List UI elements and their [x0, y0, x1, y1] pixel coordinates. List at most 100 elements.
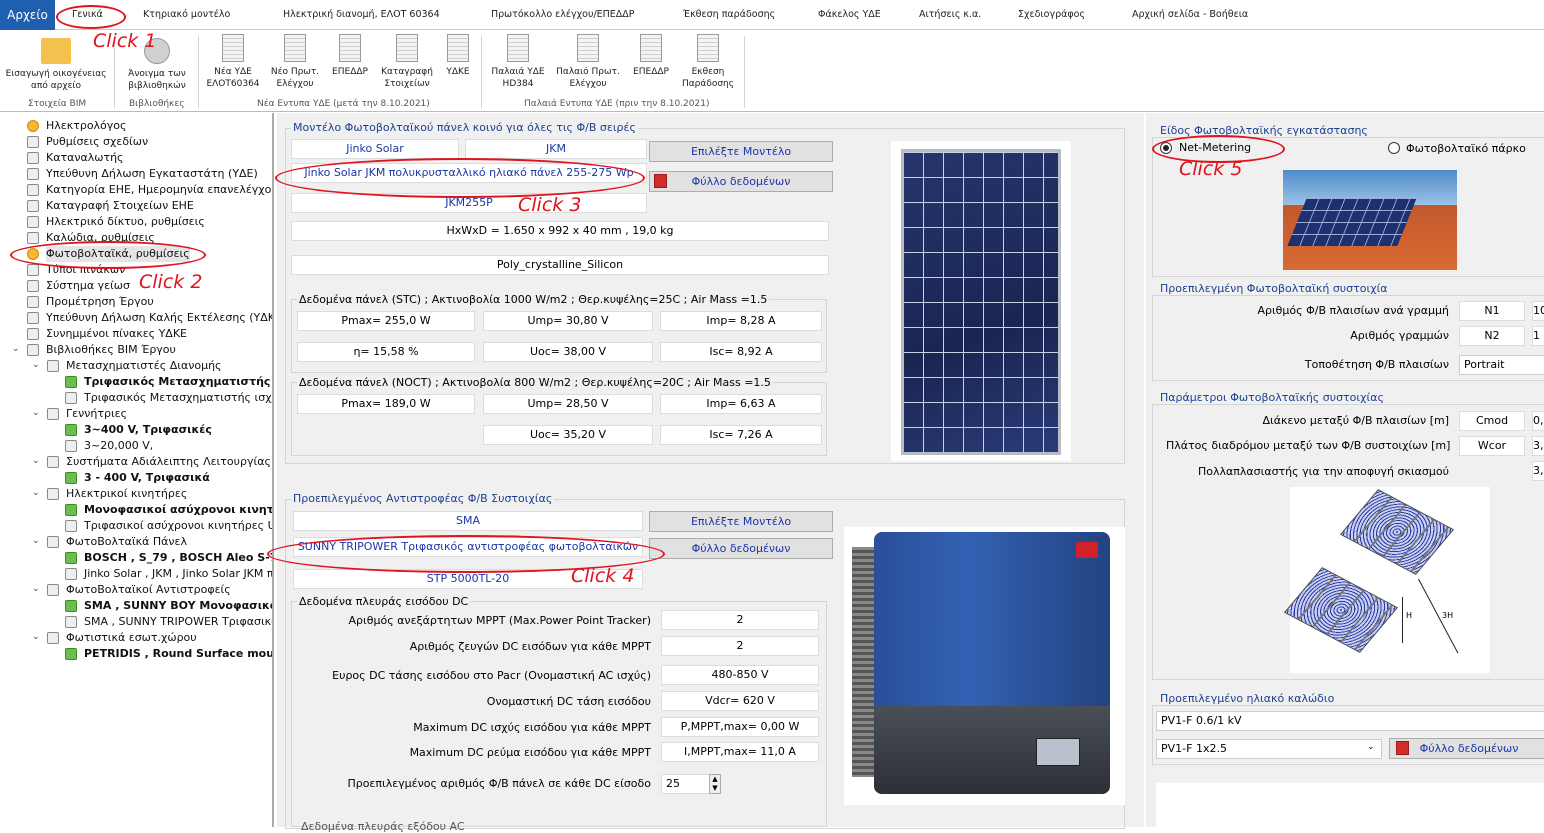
tree-item[interactable]: Τριφασικός Μετασχηματιστής ισχύ — [84, 374, 272, 390]
tree-item[interactable]: Γεννήτριες — [66, 406, 127, 422]
tree-expander-icon[interactable]: ⌄ — [32, 584, 40, 594]
tree-item[interactable]: Συστήματα Αδιάλειπτης Λειτουργίας (UP — [66, 454, 272, 470]
tab-building-model[interactable]: Κτηριακό μοντέλο — [143, 0, 230, 30]
distance-label: 3H — [1442, 611, 1454, 620]
tab-delivery-report[interactable]: Έκθεση παράδοσης — [683, 0, 775, 30]
tree-item[interactable]: Βιβλιοθήκες BIM Έργου — [46, 342, 176, 358]
tree-node-icon — [27, 312, 39, 324]
default-panels-stepper[interactable]: ▲ ▼ — [709, 774, 721, 794]
tree-item[interactable]: 3~400 V, Τριφασικές — [84, 422, 212, 438]
group-bim-elements: Στοιχεία BIM — [28, 99, 87, 109]
tab-applications[interactable]: Αιτήσεις κ.α. — [919, 0, 981, 30]
tab-drawing[interactable]: Σχεδιογράφος — [1018, 0, 1085, 30]
tree-expander-icon[interactable]: ⌄ — [32, 456, 40, 466]
tree-expander-icon[interactable]: ⌄ — [32, 488, 40, 498]
record-elements-button[interactable]: Καταγραφή Στοιχείων — [376, 34, 438, 90]
default-panels-input[interactable]: 25 — [661, 774, 711, 794]
placement-select[interactable]: Portrait — [1459, 355, 1544, 375]
modules-per-row-input[interactable]: 10 — [1532, 301, 1544, 321]
tree-expander-icon[interactable]: ⌄ — [32, 536, 40, 546]
shading-multiplier-label: Πολλαπλασιαστής για την αποφυγή σκιασμού — [1197, 465, 1449, 478]
tree-expander-icon[interactable]: ⌄ — [32, 408, 40, 418]
tree-node-icon — [27, 216, 39, 228]
tree-item[interactable]: Τριφασικός Μετασχηματιστής ισχύο — [84, 390, 272, 406]
tree-item[interactable]: PETRIDIS , Round Surface mounted , — [84, 646, 272, 662]
tree-item[interactable]: Υπεύθυνη Δήλωση Εγκαταστάτη (ΥΔΕ) — [46, 166, 258, 182]
tree-item[interactable]: Καταγραφή Στοιχείων ΕΗΕ — [46, 198, 194, 214]
tab-yde-folder[interactable]: Φάκελος ΥΔΕ — [818, 0, 881, 30]
tree-item[interactable]: SMA , SUNNY BOY Μονοφασικός αν — [84, 598, 272, 614]
tree-item[interactable]: Προμέτρηση Έργου — [46, 294, 154, 310]
tab-home-help[interactable]: Αρχική σελίδα - Βοήθεια — [1132, 0, 1248, 30]
inverter-select-model-button[interactable]: Επιλέξτε Μοντέλο — [649, 511, 833, 532]
epeddr-old-button[interactable]: ΕΠΕΔΔΡ — [627, 34, 675, 78]
cable-type-select[interactable]: PV1-F 0.6/1 kV — [1156, 711, 1544, 731]
tree-node-icon — [47, 584, 59, 596]
tree-item[interactable]: BOSCH , S_79 , BOSCH Aleo S-79 Φ/Β — [84, 550, 272, 566]
panel-datasheet-button[interactable]: Φύλλο δεδομένων — [649, 171, 833, 192]
tree-item[interactable]: Κατηγορία ΕΗΕ, Ημερομηνία επανελέγχου — [46, 182, 272, 198]
tree-item[interactable]: 3 - 400 V, Τριφασικά — [84, 470, 210, 486]
menu-bar: Αρχείο Γενικά Κτηριακό μοντέλο Ηλεκτρική… — [0, 0, 1544, 30]
pv-panel-graphic — [901, 149, 1061, 455]
epeddr-old-label: ΕΠΕΔΔΡ — [633, 67, 669, 77]
tree-node-icon — [47, 536, 59, 548]
tree-item[interactable]: Jinko Solar , JKM , Jinko Solar JKM πο — [84, 566, 272, 582]
tree-item[interactable]: Ηλεκτρικό δίκτυο, ρυθμίσεις — [46, 214, 205, 230]
tree-item[interactable]: Μετασχηματιστές Διανομής — [66, 358, 222, 374]
tab-inspection-protocol[interactable]: Πρωτόκολλο ελέγχου/ΕΠΕΔΔΡ — [491, 0, 635, 30]
tree-node-icon — [65, 520, 77, 532]
tree-item[interactable]: ΦωτοΒολταϊκά Πάνελ — [66, 534, 187, 550]
tree-item[interactable]: Ρυθμίσεις σχεδίων — [46, 134, 148, 150]
cable-section-select[interactable]: PV1-F 1x2.5 — [1156, 739, 1382, 759]
module-gap-input[interactable]: 0, — [1532, 411, 1544, 431]
height-line — [1402, 597, 1403, 643]
pv-array-lower — [1283, 567, 1399, 653]
tree-item[interactable]: ΦωτοΒολταϊκοί Αντιστροφείς — [66, 582, 231, 598]
panel-select-model-button[interactable]: Επιλέξτε Μοντέλο — [649, 141, 833, 162]
delivery-report-button[interactable]: Εκθεση Παράδοσης — [677, 34, 739, 90]
tree-node-icon — [27, 184, 39, 196]
inverter-datasheet-button[interactable]: Φύλλο δεδομένων — [649, 538, 833, 559]
new-yde-button[interactable]: Νέα ΥΔΕ ΕΛΟΤ60364 — [204, 34, 262, 90]
panel-manufacturer-field[interactable]: Jinko Solar — [291, 139, 459, 159]
tree-item[interactable]: Μονοφασικοί ασύχρονοι κινητήρες — [84, 502, 272, 518]
pv-park-radio[interactable] — [1388, 142, 1400, 154]
document-icon — [640, 34, 662, 62]
tree-expander-icon[interactable]: ⌄ — [12, 344, 20, 354]
ydke-button[interactable]: ΥΔΚΕ — [440, 34, 476, 78]
annotation-label-2: Click 2 — [139, 271, 203, 293]
tree-item[interactable]: Σύστημα γείωσ — [46, 278, 130, 294]
module-gap-label: Διάκενο μεταξύ Φ/Β πλαισίων [m] — [1262, 414, 1449, 427]
tree-item[interactable]: Τριφασικοί ασύχρονοι κινητήρες Un — [84, 518, 272, 534]
new-protocol-button[interactable]: Νέο Πρωτ. Ελέγχου — [266, 34, 324, 90]
tree-expander-icon[interactable]: ⌄ — [32, 632, 40, 642]
rows-count-input[interactable]: 1 — [1532, 326, 1544, 346]
ydke-label: ΥΔΚΕ — [446, 67, 470, 77]
annotation-ellipse-1 — [56, 5, 126, 29]
panel-series-field[interactable]: JKM — [465, 139, 647, 159]
inverter-manufacturer-field[interactable]: SMA — [293, 511, 643, 531]
inverter-base — [874, 706, 1110, 794]
epeddr-new-button[interactable]: ΕΠΕΔΔΡ — [326, 34, 374, 78]
tree-item[interactable]: Ηλεκτρολόγος — [46, 118, 126, 134]
tree-item[interactable]: SMA , SUNNY TRIPOWER Τριφασικός — [84, 614, 272, 630]
cable-datasheet-button[interactable]: Φύλλο δεδομένων — [1389, 738, 1544, 759]
tree-item[interactable]: Καταναλωτής — [46, 150, 124, 166]
tree-item[interactable]: Φωτιστικά εσωτ.χώρου — [66, 630, 197, 646]
tab-electrical-distribution[interactable]: Ηλεκτρική διανομή, ΕΛΟΤ 60364 — [283, 0, 440, 30]
corridor-width-input[interactable]: 3, — [1532, 436, 1544, 456]
tree-item[interactable]: 3~20,000 V, — [84, 438, 153, 454]
tree-item[interactable]: Συνημμένοι πίνακες ΥΔΚΕ — [46, 326, 187, 342]
menu-file[interactable]: Αρχείο — [0, 0, 55, 30]
corridor-width-label: Πλάτος διαδρόμου μεταξύ των Φ/Β συστοιχί… — [1166, 439, 1451, 452]
open-libraries-label: Άνοιγμα των βιβλιοθηκών — [128, 69, 186, 91]
old-yde-button[interactable]: Παλαιά ΥΔΕ HD384 — [487, 34, 549, 90]
tree-expander-icon[interactable]: ⌄ — [32, 360, 40, 370]
tree-item[interactable]: Υπεύθυνη Δήλωση Καλής Εκτέλεσης (ΥΔΚΕ) — [46, 310, 272, 326]
shading-multiplier-input[interactable]: 3, — [1532, 461, 1544, 481]
chevron-down-icon[interactable]: ⌄ — [1367, 742, 1375, 752]
ribbon-separator — [198, 36, 199, 108]
old-protocol-button[interactable]: Παλαιό Πρωτ. Ελέγχου — [553, 34, 623, 90]
tree-item[interactable]: Ηλεκτρικοί κινητήρες — [66, 486, 187, 502]
